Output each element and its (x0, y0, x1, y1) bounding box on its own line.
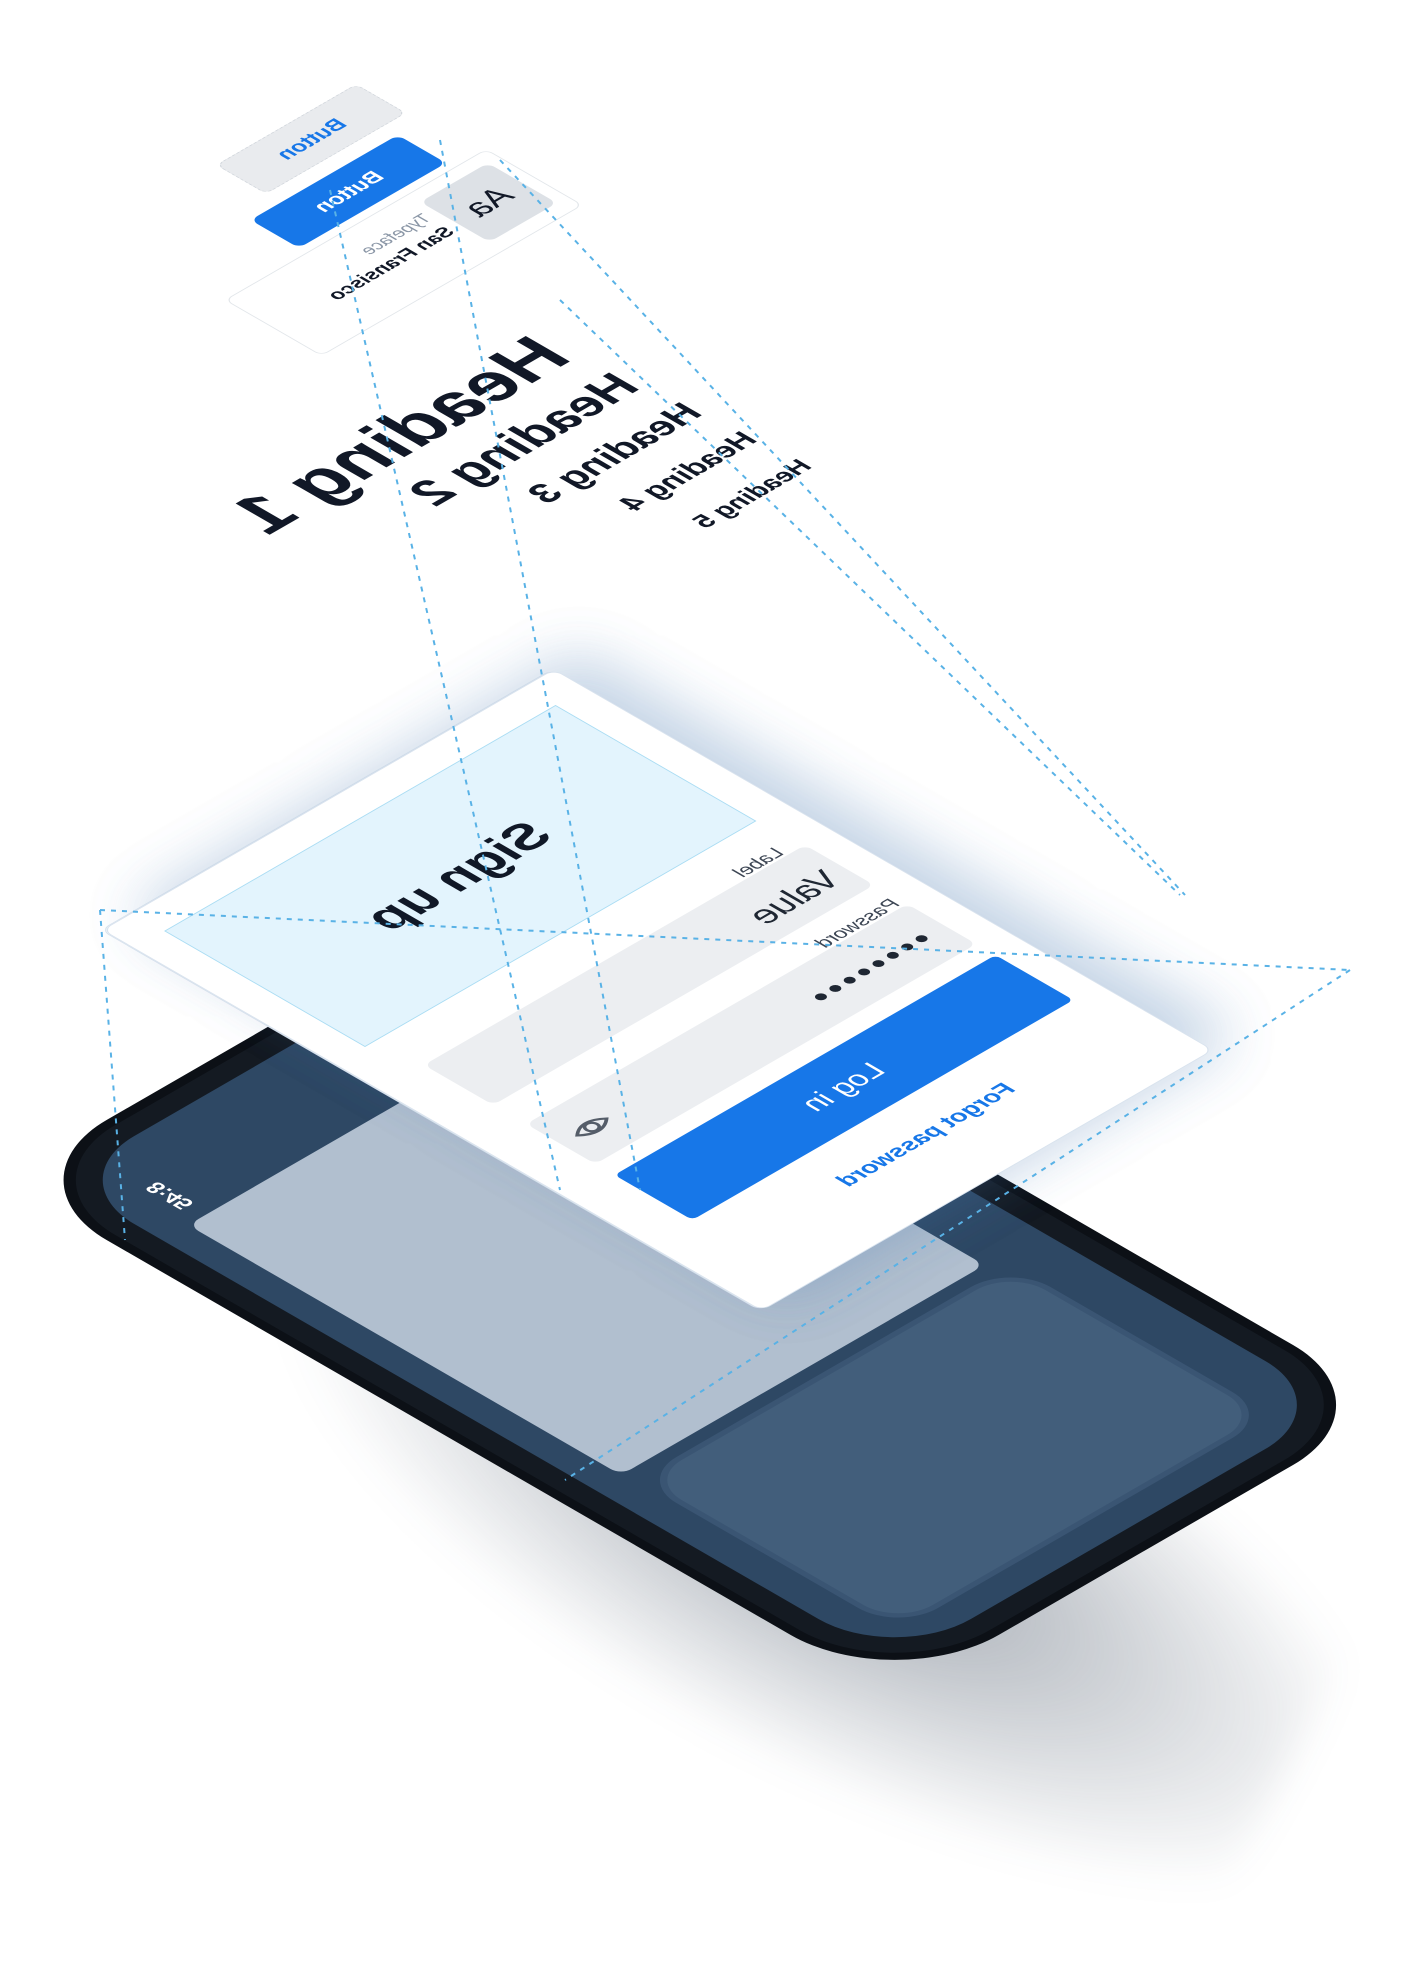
sample-glyph: Aa (453, 182, 523, 223)
secondary-button-label: Button (269, 114, 353, 163)
login-label: Log in (793, 1058, 894, 1116)
status-time: 8:45 (139, 1178, 200, 1214)
primary-button-label: Button (306, 167, 390, 216)
